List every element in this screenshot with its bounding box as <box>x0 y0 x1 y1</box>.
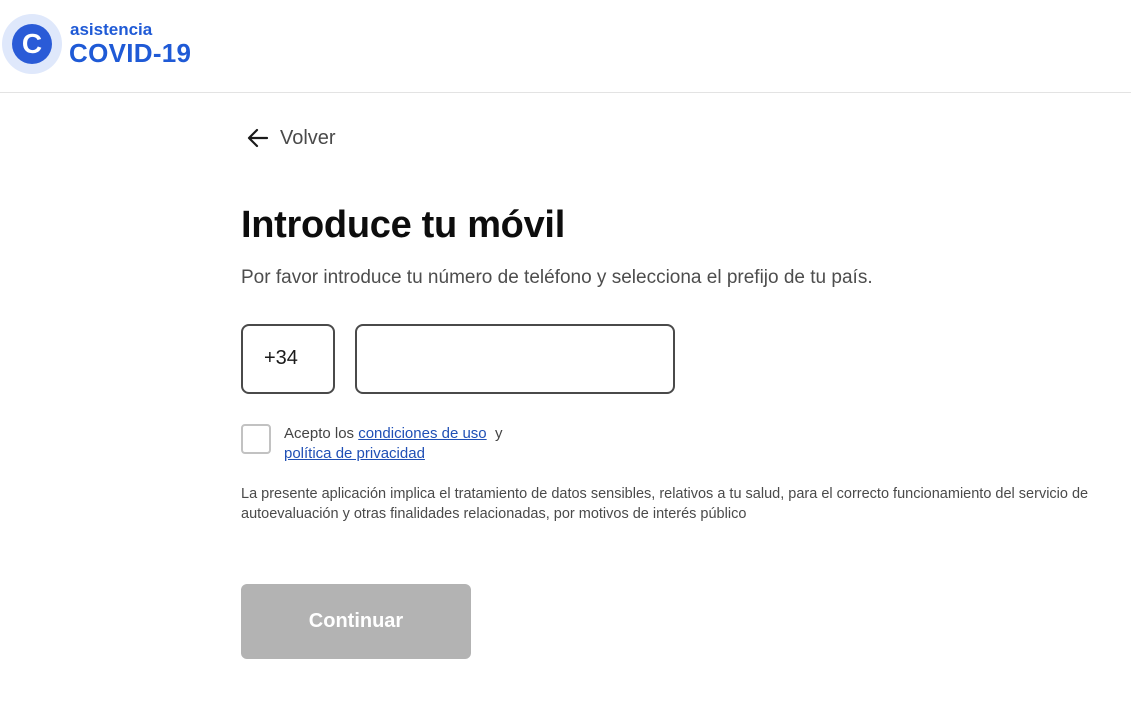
app-header: C asistencia COVID-19 <box>0 0 1131 93</box>
back-link[interactable]: Volver <box>246 126 336 150</box>
phone-number-input[interactable] <box>355 324 675 394</box>
logo-icon: C <box>12 24 52 64</box>
consent-label: Acepto los condiciones de uso y política… <box>284 424 503 464</box>
consent-conjunction: y <box>495 425 503 442</box>
consent-prefix: Acepto los <box>284 425 355 442</box>
terms-of-use-link[interactable]: condiciones de uso <box>358 425 486 442</box>
back-label: Volver <box>280 126 336 149</box>
page-subtitle: Por favor introduce tu número de teléfon… <box>241 267 873 288</box>
brand-name-bottom: COVID-19 <box>69 38 192 68</box>
legal-notice: La presente aplicación implica el tratam… <box>241 486 1089 522</box>
country-prefix-select[interactable]: +34 <box>241 324 335 394</box>
logo: C <box>2 14 62 74</box>
consent-checkbox[interactable] <box>241 424 271 454</box>
continue-button[interactable]: Continuar <box>241 584 471 659</box>
arrow-left-icon <box>247 128 269 148</box>
brand-name-top: asistencia <box>70 20 153 39</box>
page-title: Introduce tu móvil <box>241 204 565 246</box>
privacy-policy-link[interactable]: política de privacidad <box>284 445 425 462</box>
